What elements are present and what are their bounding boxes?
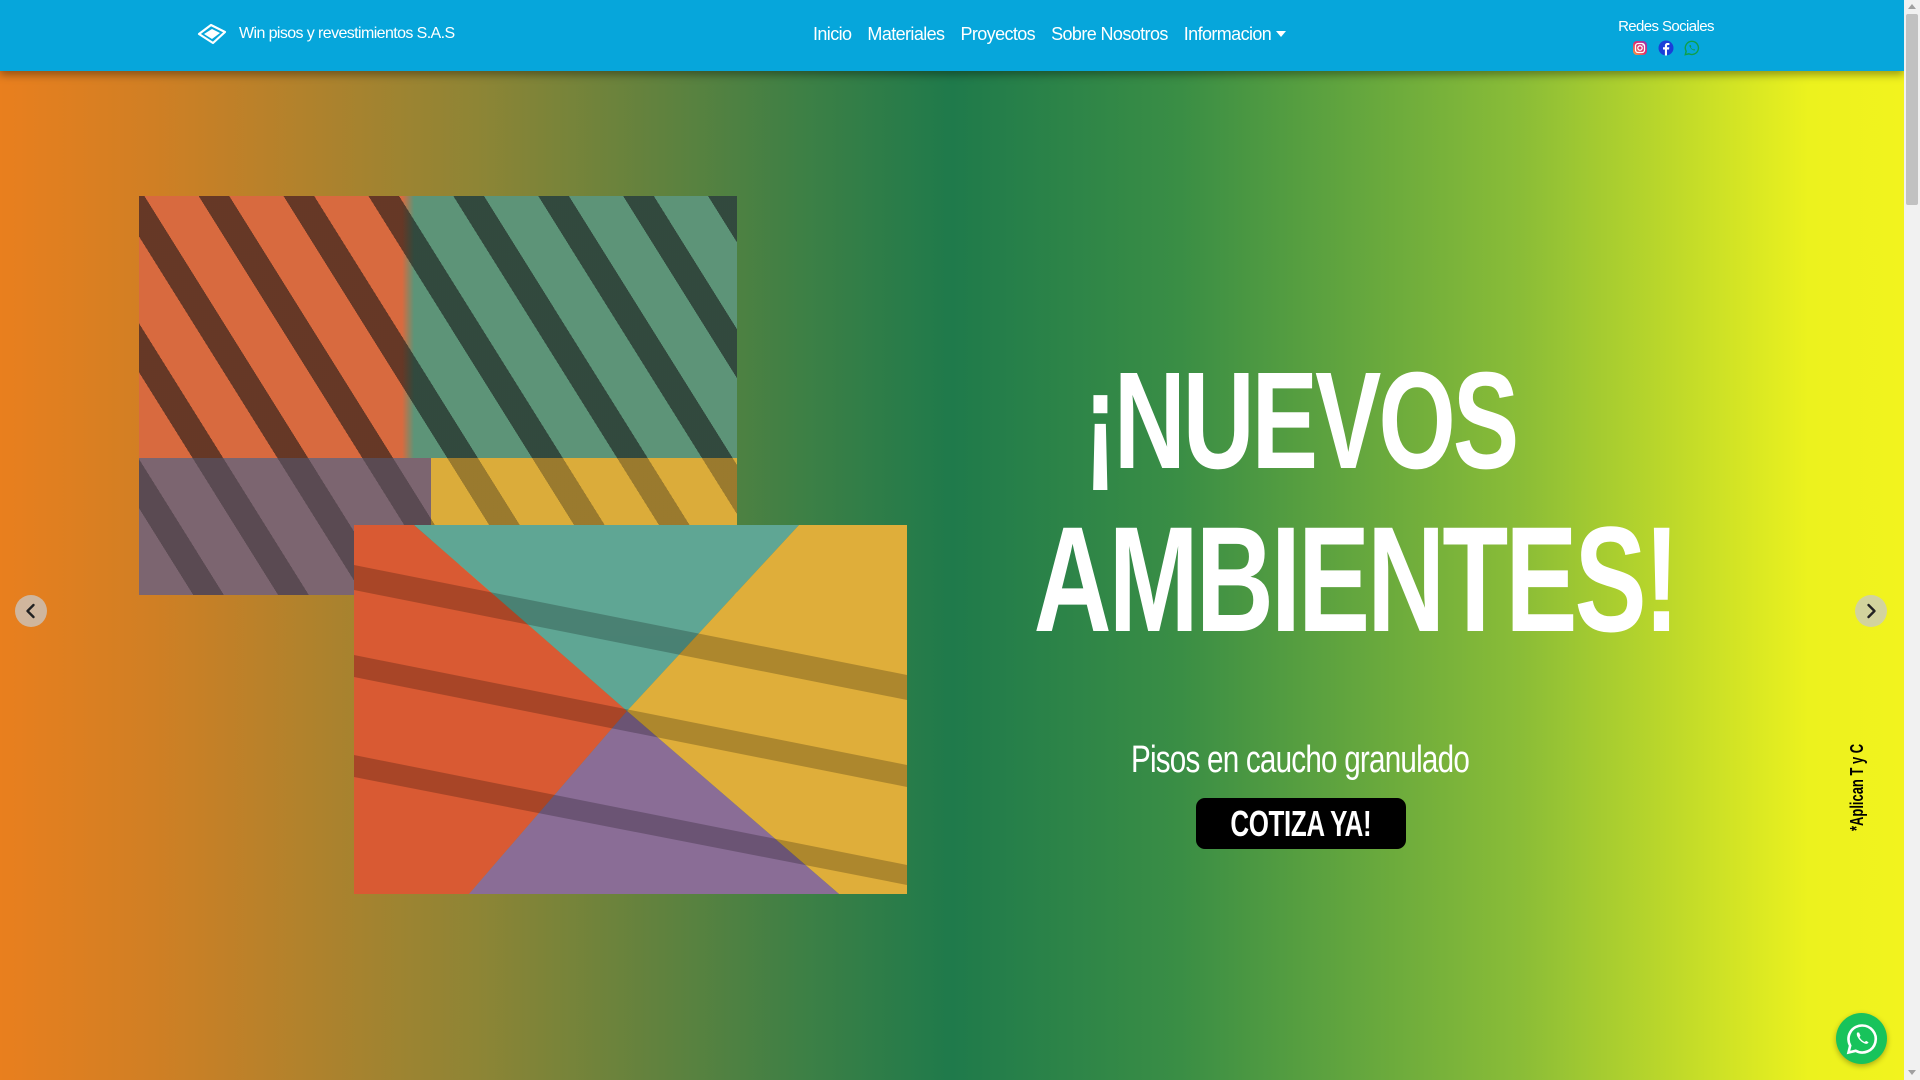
hero-title-line-2: AMBIENTES! [1033, 495, 1680, 663]
carousel-next-button[interactable] [1855, 595, 1887, 627]
cotiza-ya-label: COTIZA YA! [1230, 803, 1372, 844]
facebook-icon[interactable] [1658, 40, 1674, 56]
caret-down-icon [1276, 31, 1287, 37]
brand-link[interactable]: Win pisos y revestimientos S.A.S [197, 22, 455, 46]
nav-item-informacion-label: Informacion [1183, 24, 1272, 44]
whatsapp-float-button[interactable] [1836, 1013, 1887, 1064]
chevron-right-icon [1867, 603, 1876, 619]
scroll-up-arrow-icon[interactable] [1908, 4, 1916, 9]
diamond-logo-icon [197, 23, 227, 45]
rubber-floor-photo-2 [354, 525, 907, 894]
terms-text: *Aplican T y C [1847, 743, 1867, 831]
instagram-icon[interactable] [1632, 40, 1648, 56]
page-scrollbar[interactable] [1904, 0, 1920, 1080]
social-icons [1610, 40, 1722, 56]
nav-menu: Inicio Materiales Proyectos Sobre Nosotr… [813, 24, 1287, 45]
terms-note: *Aplican T y C [1847, 711, 1868, 831]
cotiza-ya-button[interactable]: COTIZA YA! [1196, 798, 1406, 849]
hero-subtitle: Pisos en caucho granulado [1130, 739, 1470, 781]
navbar: Win pisos y revestimientos S.A.S Inicio … [0, 0, 1904, 71]
nav-item-informacion-dropdown[interactable]: Informacion [1183, 24, 1287, 45]
chevron-left-icon [26, 603, 35, 619]
nav-item-proyectos[interactable]: Proyectos [960, 24, 1035, 45]
hero-carousel: ¡NUEVOS AMBIENTES! Pisos en caucho granu… [0, 71, 1904, 1080]
social-title: Redes Sociales [1618, 18, 1714, 35]
whatsapp-float-icon [1846, 1023, 1877, 1054]
social-links: Redes Sociales [1610, 18, 1722, 56]
brand-name: Win pisos y revestimientos S.A.S [239, 25, 455, 42]
nav-item-inicio[interactable]: Inicio [813, 24, 852, 45]
hero-title-line-1: ¡NUEVOS [1083, 344, 1519, 498]
whatsapp-icon[interactable] [1684, 40, 1700, 56]
scrollbar-thumb[interactable] [1906, 14, 1918, 205]
carousel-prev-button[interactable] [15, 595, 47, 627]
nav-item-sobre-nosotros[interactable]: Sobre Nosotros [1051, 24, 1168, 45]
nav-item-materiales[interactable]: Materiales [867, 24, 945, 45]
hero-title: ¡NUEVOS AMBIENTES! [930, 344, 1680, 663]
scroll-down-arrow-icon[interactable] [1908, 1070, 1916, 1075]
